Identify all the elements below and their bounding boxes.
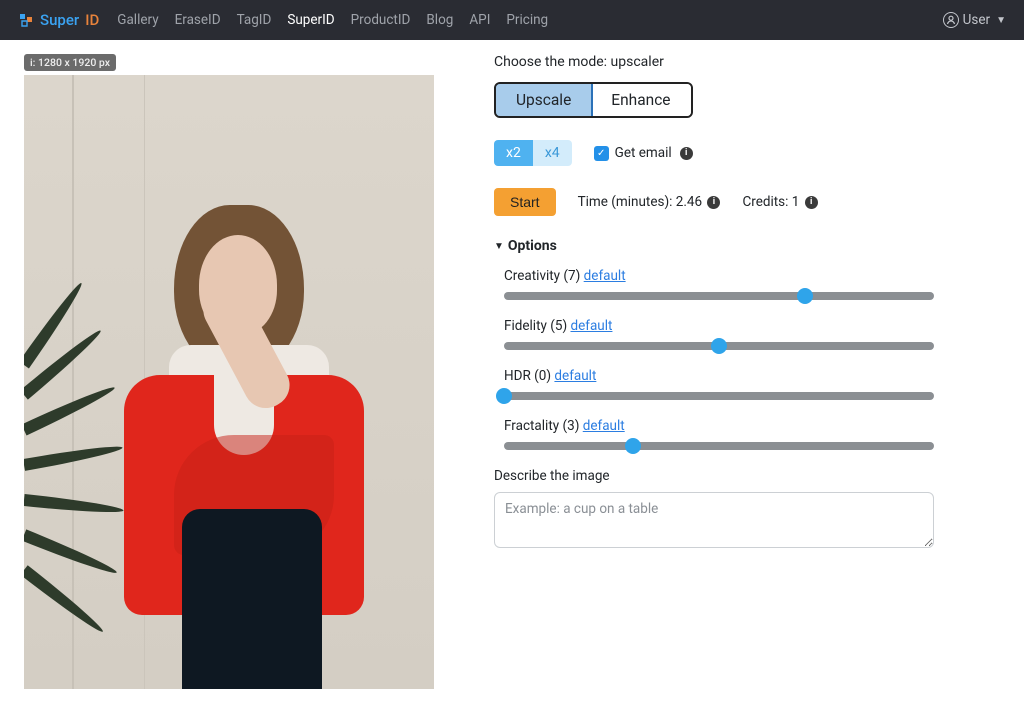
options-toggle[interactable]: ▼ Options [494,238,934,254]
option-creativity: Creativity (7) default [504,268,934,300]
slider-thumb[interactable] [797,288,813,304]
brand-logo-icon [18,12,34,28]
mode-tab-upscale[interactable]: Upscale [494,82,593,118]
image-dimensions-badge: i: 1280 x 1920 px [24,54,116,71]
credits-cost: Credits: 1 i [742,194,817,210]
nav-link-pricing[interactable]: Pricing [506,12,548,28]
brand-text-a: Super [40,11,79,29]
slider-thumb[interactable] [496,388,512,404]
default-link[interactable]: default [554,368,596,384]
mode-label: Choose the mode: upscaler [494,54,934,70]
option-fractality: Fractality (3) default [504,418,934,450]
get-email-label: Get email [615,145,672,161]
slider-creativity[interactable] [504,292,934,300]
image-column: i: 1280 x 1920 px [24,54,434,689]
get-email-checkbox[interactable]: ✓ [594,146,609,161]
slider-thumb[interactable] [625,438,641,454]
slider-fidelity[interactable] [504,342,934,350]
describe-label: Describe the image [494,468,934,484]
controls-column: Choose the mode: upscaler UpscaleEnhance… [494,54,934,689]
main-container: i: 1280 x 1920 px Cho [0,40,1024,713]
scale-factor-group: x2x4 [494,140,572,166]
nav-link-eraseid[interactable]: EraseID [175,12,221,28]
info-icon[interactable]: i [805,196,818,209]
option-label: Fractality (3) default [504,418,934,434]
user-menu[interactable]: User ▼ [943,12,1006,28]
time-estimate: Time (minutes): 2.46 i [578,194,721,210]
nav-link-blog[interactable]: Blog [426,12,453,28]
user-label: User [963,12,990,28]
info-icon[interactable]: i [707,196,720,209]
scale-and-email-row: x2x4 ✓ Get email i [494,140,934,166]
image-preview[interactable] [24,75,434,689]
option-label: Fidelity (5) default [504,318,934,334]
nav-link-productid[interactable]: ProductID [351,12,411,28]
nav-link-superid[interactable]: SuperID [287,12,334,28]
default-link[interactable]: default [571,318,613,334]
option-fidelity: Fidelity (5) default [504,318,934,350]
nav-link-tagid[interactable]: TagID [237,12,272,28]
default-link[interactable]: default [583,418,625,434]
brand-text-b: ID [85,11,99,29]
describe-input[interactable] [494,492,934,548]
triangle-down-icon: ▼ [494,241,504,252]
start-button[interactable]: Start [494,188,556,216]
nav-link-api[interactable]: API [469,12,490,28]
options-header-label: Options [508,238,557,254]
option-label: Creativity (7) default [504,268,934,284]
brand-logo[interactable]: Super ID [18,11,99,29]
top-navbar: Super ID Gallery EraseID TagID SuperID Produc… [0,0,1024,40]
sliders-group: Creativity (7) default Fidelity (5) defau… [494,268,934,450]
nav-link-gallery[interactable]: Gallery [117,12,158,28]
slider-fractality[interactable] [504,442,934,450]
info-icon[interactable]: i [680,147,693,160]
scale-x4[interactable]: x4 [533,140,572,166]
option-hdr: HDR (0) default [504,368,934,400]
nav-links: Gallery EraseID TagID SuperID ProductID Blog A… [117,12,548,28]
start-row: Start Time (minutes): 2.46 i Credits: 1 … [494,188,934,216]
chevron-down-icon: ▼ [996,15,1006,26]
nav-left: Super ID Gallery EraseID TagID SuperID Produc… [18,11,548,29]
slider-hdr[interactable] [504,392,934,400]
scale-x2[interactable]: x2 [494,140,533,166]
slider-thumb[interactable] [711,338,727,354]
mode-tab-enhance[interactable]: Enhance [591,84,690,116]
get-email-option[interactable]: ✓ Get email i [594,145,693,161]
option-label: HDR (0) default [504,368,934,384]
default-link[interactable]: default [584,268,626,284]
user-icon [943,12,959,28]
mode-tabs: UpscaleEnhance [494,82,693,118]
